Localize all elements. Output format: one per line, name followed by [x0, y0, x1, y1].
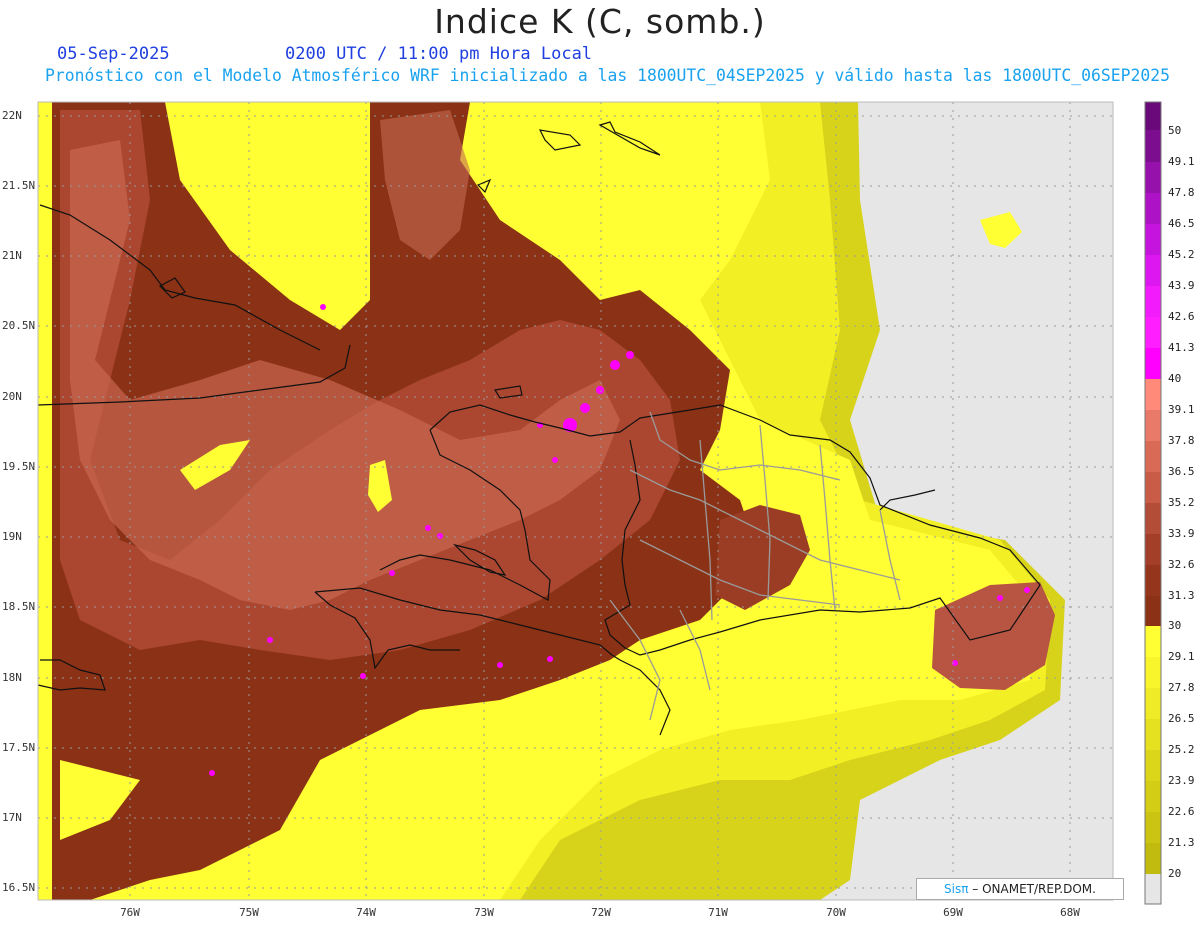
colorbar-label: 35.2 — [1168, 496, 1195, 509]
colorbar-label: 46.5 — [1168, 217, 1195, 230]
credit-box: Sisπ – ONAMET/REP.DOM. — [916, 878, 1124, 900]
colorbar — [1144, 101, 1162, 905]
lat-label: 17.5N — [2, 741, 36, 754]
lat-label: 19.5N — [2, 460, 36, 473]
lon-label: 72W — [591, 906, 611, 919]
colorbar-label: 50 — [1168, 124, 1182, 137]
colorbar-label: 43.9 — [1168, 279, 1195, 292]
colorbar-label: 37.8 — [1168, 434, 1195, 447]
colorbar-label: 39.1 — [1168, 403, 1195, 416]
lon-label: 70W — [826, 906, 846, 919]
lon-label: 74W — [356, 906, 376, 919]
lat-label: 21N — [2, 249, 22, 262]
lat-label: 18N — [2, 671, 22, 684]
lat-label: 17N — [2, 811, 22, 824]
credit-sis: Sisπ — [944, 882, 969, 896]
colorbar-label: 42.6 — [1168, 310, 1195, 323]
map-canvas — [37, 101, 1162, 905]
lat-label: 22N — [2, 109, 22, 122]
colorbar-label: 30 — [1168, 619, 1182, 632]
lat-label: 20.5N — [2, 319, 36, 332]
forecast-time: 0200 UTC / 11:00 pm Hora Local — [285, 44, 593, 64]
colorbar-label: 22.6 — [1168, 805, 1195, 818]
colorbar-label: 49.1 — [1168, 155, 1195, 168]
colorbar-label: 36.5 — [1168, 465, 1195, 478]
lat-label: 18.5N — [2, 600, 36, 613]
colorbar-label: 29.1 — [1168, 650, 1195, 663]
colorbar-label: 21.3 — [1168, 836, 1195, 849]
colorbar-label: 45.2 — [1168, 248, 1195, 261]
colorbar-label: 20 — [1168, 867, 1182, 880]
colorbar-label: 40 — [1168, 372, 1182, 385]
colorbar-label: 41.3 — [1168, 341, 1195, 354]
lon-label: 75W — [239, 906, 259, 919]
colorbar-label: 33.9 — [1168, 527, 1195, 540]
lon-label: 71W — [708, 906, 728, 919]
lat-label: 16.5N — [2, 881, 36, 894]
lat-label: 21.5N — [2, 179, 36, 192]
colorbar-label: 47.8 — [1168, 186, 1195, 199]
lon-label: 68W — [1060, 906, 1080, 919]
colorbar-label: 27.8 — [1168, 681, 1195, 694]
model-info-line: Pronóstico con el Modelo Atmosférico WRF… — [45, 66, 1170, 85]
page-title: Indice K (C, somb.) — [434, 2, 766, 41]
lon-label: 76W — [120, 906, 140, 919]
lat-label: 19N — [2, 530, 22, 543]
colorbar-label: 25.2 — [1168, 743, 1195, 756]
colorbar-label: 31.3 — [1168, 589, 1195, 602]
lon-label: 69W — [943, 906, 963, 919]
credit-org: – ONAMET/REP.DOM. — [968, 882, 1096, 896]
lat-label: 20N — [2, 390, 22, 403]
lon-label: 73W — [474, 906, 494, 919]
forecast-date: 05-Sep-2025 — [57, 44, 170, 64]
colorbar-label: 32.6 — [1168, 558, 1195, 571]
colorbar-label: 23.9 — [1168, 774, 1195, 787]
colorbar-label: 26.5 — [1168, 712, 1195, 725]
